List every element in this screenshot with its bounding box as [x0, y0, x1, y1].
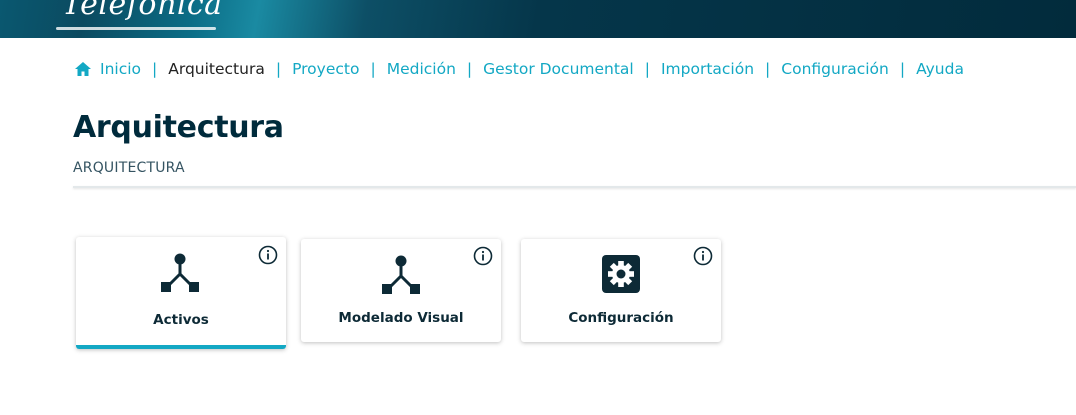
main-navigation: Inicio | Arquitectura | Proyecto | Medic…	[74, 58, 964, 80]
hierarchy-icon	[382, 255, 420, 294]
page-title: Arquitectura	[73, 110, 284, 145]
active-indicator	[76, 345, 286, 349]
nav-item-medicion[interactable]: Medición	[387, 60, 456, 78]
hierarchy-icon	[161, 253, 199, 292]
card-label: Configuración	[568, 310, 674, 326]
logo-underline	[56, 27, 216, 30]
card-label: Modelado Visual	[338, 310, 464, 326]
nav-item-configuracion[interactable]: Configuración	[781, 60, 889, 78]
nav-item-arquitectura[interactable]: Arquitectura	[168, 60, 265, 78]
gear-icon	[602, 255, 640, 293]
telefonica-logo[interactable]: Telefónica	[62, 0, 223, 22]
nav-separator: |	[275, 60, 282, 78]
nav-item-gestor-documental[interactable]: Gestor Documental	[483, 60, 634, 78]
page-subtitle: ARQUITECTURA	[73, 160, 185, 176]
card-configuracion[interactable]: Configuración	[521, 239, 721, 342]
nav-separator: |	[152, 60, 158, 78]
info-icon[interactable]	[258, 245, 278, 265]
nav-item-inicio[interactable]: Inicio	[74, 60, 141, 78]
nav-separator: |	[765, 60, 771, 78]
nav-item-proyecto[interactable]: Proyecto	[292, 60, 359, 78]
card-modelado-visual[interactable]: Modelado Visual	[301, 239, 501, 342]
card-activos[interactable]: Activos	[76, 237, 286, 349]
card-label: Activos	[153, 312, 209, 328]
nav-separator: |	[466, 60, 473, 78]
nav-separator: |	[644, 60, 650, 78]
info-icon[interactable]	[473, 246, 493, 266]
nav-separator: |	[370, 60, 376, 78]
header-divider	[73, 186, 1076, 188]
nav-item-ayuda[interactable]: Ayuda	[916, 60, 964, 78]
home-icon	[75, 62, 91, 76]
nav-separator: |	[899, 60, 906, 78]
nav-item-label: Inicio	[100, 60, 142, 78]
nav-item-importacion[interactable]: Importación	[661, 60, 754, 78]
info-icon[interactable]	[693, 246, 713, 266]
top-header-bar: Telefónica	[0, 0, 1076, 38]
